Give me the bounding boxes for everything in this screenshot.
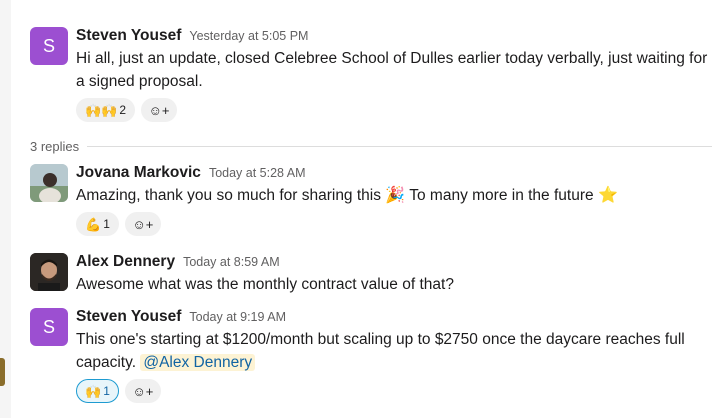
text-part: Amazing, thank you so much for sharing t…: [76, 187, 381, 204]
star-icon: ⭐: [597, 187, 618, 204]
add-emoji-icon: ☺+: [132, 383, 154, 399]
text-part: To many more in the future: [409, 187, 594, 204]
reaction-raised-hands[interactable]: 🙌 1: [76, 379, 119, 403]
left-rail: [0, 0, 11, 418]
author-name[interactable]: Steven Yousef: [76, 308, 181, 326]
avatar[interactable]: [30, 164, 68, 202]
message-jovana[interactable]: Jovana Markovic Today at 5:28 AM Amazing…: [30, 164, 712, 236]
message-alex[interactable]: Alex Dennery Today at 8:59 AM Awesome wh…: [30, 253, 712, 296]
replies-divider: 3 replies: [30, 137, 712, 155]
divider-line: [87, 145, 712, 147]
author-name[interactable]: Jovana Markovic: [76, 164, 201, 182]
avatar[interactable]: S: [30, 27, 68, 65]
flexed-biceps-icon: 💪: [85, 216, 102, 232]
avatar[interactable]: [30, 253, 68, 291]
add-reaction-button[interactable]: ☺+: [141, 98, 178, 122]
message-text: Amazing, thank you so much for sharing t…: [76, 184, 712, 207]
avatar-photo-icon: [30, 164, 68, 202]
party-popper-icon: 🎉: [385, 187, 406, 204]
avatar[interactable]: S: [30, 308, 68, 346]
author-name[interactable]: Steven Yousef: [76, 27, 181, 45]
timestamp[interactable]: Today at 8:59 AM: [183, 253, 280, 271]
unread-indicator: [0, 358, 5, 386]
timestamp[interactable]: Yesterday at 5:05 PM: [189, 27, 308, 45]
replies-count[interactable]: 3 replies: [30, 139, 79, 154]
message-text: This one's starting at $1200/month but s…: [76, 328, 712, 374]
add-emoji-icon: ☺+: [132, 216, 154, 232]
raised-hands-icon: 🙌🙌: [85, 102, 118, 118]
add-reaction-button[interactable]: ☺+: [124, 379, 161, 403]
avatar-photo-icon: [30, 253, 68, 291]
raised-hands-icon: 🙌: [85, 383, 102, 399]
message-text: Hi all, just an update, closed Celebree …: [76, 50, 708, 90]
message-steven-1[interactable]: S Steven Yousef Yesterday at 5:05 PM Hi …: [30, 27, 712, 122]
timestamp[interactable]: Today at 9:19 AM: [189, 308, 286, 326]
reaction-count: 2: [119, 103, 127, 117]
user-mention[interactable]: @Alex Dennery: [140, 354, 256, 371]
message-text: Awesome what was the monthly contract va…: [76, 276, 454, 293]
add-emoji-icon: ☺+: [148, 102, 170, 118]
reaction-count: 1: [103, 217, 110, 231]
timestamp[interactable]: Today at 5:28 AM: [209, 164, 306, 182]
add-reaction-button[interactable]: ☺+: [124, 212, 161, 236]
reaction-flexed-biceps[interactable]: 💪 1: [76, 212, 119, 236]
reaction-count: 1: [103, 384, 110, 398]
reaction-raised-hands[interactable]: 🙌🙌 2: [76, 98, 136, 122]
message-steven-2[interactable]: S Steven Yousef Today at 9:19 AM This on…: [30, 308, 712, 403]
author-name[interactable]: Alex Dennery: [76, 253, 175, 271]
